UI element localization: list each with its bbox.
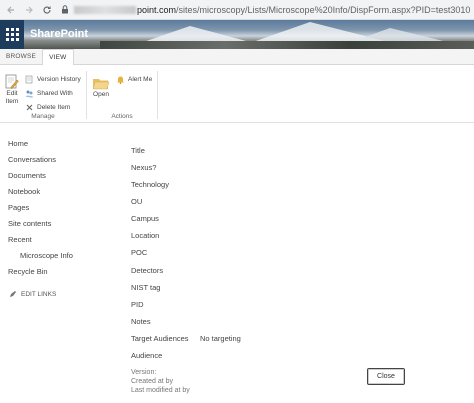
delete-item-label: Delete Item [37, 104, 71, 111]
reload-button[interactable] [40, 3, 54, 17]
field-label-nexus: Nexus? [131, 163, 157, 172]
arrow-left-icon [7, 6, 14, 13]
created-info: Created at by [131, 378, 174, 385]
shared-with-label: Shared With [37, 90, 73, 97]
forward-button[interactable] [22, 3, 36, 17]
tab-view[interactable]: VIEW [42, 49, 74, 66]
edit-item-icon [5, 74, 19, 89]
open-button[interactable]: Open [91, 76, 111, 99]
field-value-target-audiences: No targeting [200, 334, 241, 343]
field-label-location: Location [131, 231, 160, 240]
nav-item-site-contents[interactable]: Site contents [8, 219, 51, 228]
url-host-suffix: point.com [137, 4, 177, 15]
delete-icon [26, 104, 33, 111]
edit-links-label: EDIT LINKS [21, 290, 57, 298]
field-label-target-audiences: Target Audiences [131, 334, 189, 343]
back-button[interactable] [4, 3, 18, 17]
nav-item-home[interactable]: Home [8, 139, 28, 148]
alert-me-button[interactable]: Alert Me [116, 75, 152, 84]
nav-item-microscope-info[interactable]: Microscope Info [20, 251, 73, 260]
nav-item-conversations[interactable]: Conversations [8, 155, 56, 164]
field-label-nist-tag: NIST tag [131, 283, 161, 292]
field-label-notes: Notes [131, 317, 151, 326]
alert-me-label: Alert Me [128, 76, 153, 83]
actions-group-label: Actions [111, 113, 133, 120]
edit-links-button[interactable]: EDIT LINKS [9, 290, 56, 298]
suite-bar: SharePoint [0, 20, 474, 49]
version-history-label: Version History [37, 76, 81, 83]
version-history-icon [25, 75, 33, 84]
manage-group: Edit Item Version History Shared With De… [0, 68, 86, 122]
nav-item-pages[interactable]: Pages [8, 203, 29, 212]
pencil-icon [10, 291, 16, 297]
delete-item-button[interactable]: Delete Item [25, 103, 70, 112]
app-launcher-icon[interactable] [0, 20, 24, 49]
arrow-right-icon [26, 6, 33, 13]
field-label-pid: PID [131, 300, 144, 309]
field-label-audience: Audience [131, 351, 163, 360]
redacted-host [74, 5, 136, 14]
address-input[interactable]: point.com /sites/microscopy/Lists/Micros… [74, 5, 470, 15]
version-info: Version: [131, 369, 157, 376]
field-label-technology: Technology [131, 180, 169, 189]
ribbon-tabs: BROWSE VIEW [0, 49, 474, 66]
manage-group-label: Manage [31, 113, 55, 120]
url-path: /sites/microscopy/Lists/Microscope%20Inf… [176, 4, 471, 15]
field-label-poc: POC [131, 248, 148, 257]
edit-item-button[interactable]: Edit Item [3, 74, 21, 106]
field-label-ou: OU [131, 197, 143, 206]
nav-item-recent[interactable]: Recent [8, 235, 32, 244]
bell-icon [117, 76, 124, 84]
shared-with-button[interactable]: Shared With [25, 89, 73, 98]
ribbon: Edit Item Version History Shared With De… [0, 65, 474, 123]
edit-item-label: Edit Item [5, 90, 19, 105]
nav-item-notebook[interactable]: Notebook [8, 187, 40, 196]
app-name[interactable]: SharePoint [30, 20, 88, 49]
tab-browse[interactable]: BROWSE [0, 49, 42, 64]
lock-icon [60, 5, 70, 15]
actions-group: Open Alert Me Actions [87, 68, 157, 122]
reload-icon [43, 6, 51, 14]
close-button[interactable]: Close [367, 368, 405, 385]
browser-address-bar: point.com /sites/microscopy/Lists/Micros… [0, 0, 474, 20]
folder-open-icon [92, 79, 110, 90]
modified-info: Last modified at by [131, 387, 190, 394]
shared-with-icon [26, 90, 33, 98]
nav-item-recycle-bin[interactable]: Recycle Bin [8, 267, 48, 276]
field-label-detectors: Detectors [131, 266, 164, 275]
open-label: Open [93, 91, 109, 98]
version-history-button[interactable]: Version History [25, 75, 81, 84]
field-label-title: Title [131, 146, 145, 155]
nav-item-documents[interactable]: Documents [8, 171, 46, 180]
field-label-campus: Campus [131, 214, 159, 223]
